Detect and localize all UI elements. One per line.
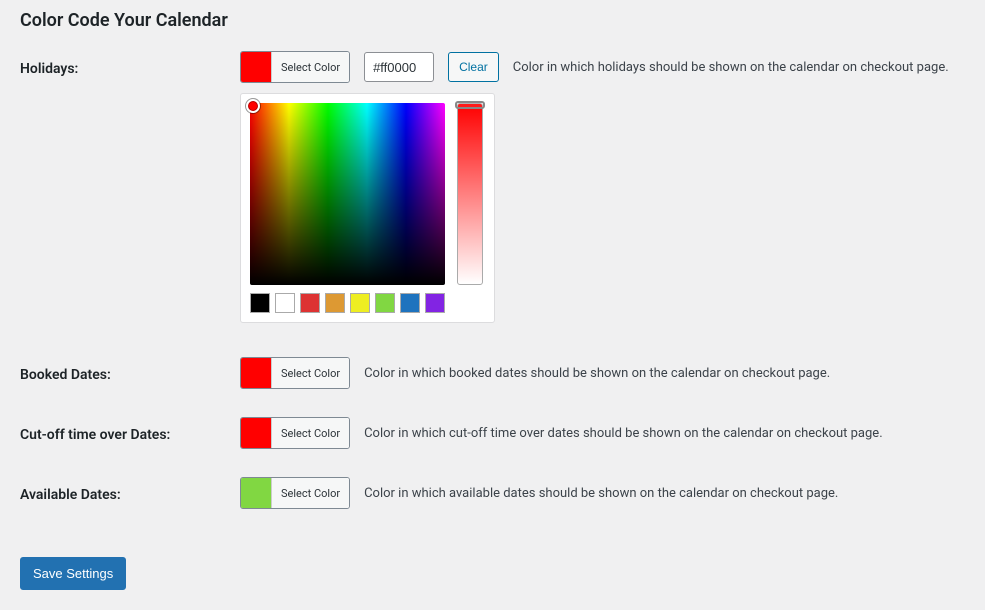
cutoff-swatch [241,418,271,448]
holidays-label: Holidays: [20,61,78,77]
row-booked: Booked Dates: Select Color Color in whic… [20,357,965,389]
holidays-clear-button[interactable]: Clear [448,52,499,82]
select-color-label: Select Color [271,358,349,388]
hue-handle[interactable] [455,101,485,109]
row-available: Available Dates: Select Color Color in w… [20,477,965,509]
row-cutoff: Cut-off time over Dates: Select Color Co… [20,417,965,449]
cutoff-color-button[interactable]: Select Color [240,417,350,449]
booked-label: Booked Dates: [20,367,111,383]
palette-swatch-3[interactable] [325,293,345,313]
select-color-label: Select Color [271,418,349,448]
holidays-color-button[interactable]: Select Color [240,51,350,83]
hue-strip[interactable] [457,103,483,285]
palette-swatch-4[interactable] [350,293,370,313]
palette-swatch-5[interactable] [375,293,395,313]
palette-swatch-7[interactable] [425,293,445,313]
available-description: Color in which available dates should be… [364,486,838,501]
booked-description: Color in which booked dates should be sh… [364,366,830,381]
available-label: Available Dates: [20,487,121,503]
palette-swatch-1[interactable] [275,293,295,313]
palette-swatch-0[interactable] [250,293,270,313]
booked-color-button[interactable]: Select Color [240,357,350,389]
row-holidays: Holidays: Select Color Clear Color in wh… [20,51,965,83]
saturation-value-canvas[interactable] [250,103,445,285]
cutoff-label: Cut-off time over Dates: [20,427,170,443]
available-color-button[interactable]: Select Color [240,477,350,509]
cutoff-description: Color in which cut-off time over dates s… [364,426,883,441]
holidays-hex-input[interactable] [364,52,434,82]
page-title: Color Code Your Calendar [20,10,965,31]
sv-handle[interactable] [246,99,260,113]
holidays-description: Color in which holidays should be shown … [513,60,949,75]
color-picker-panel [240,93,495,323]
select-color-label: Select Color [271,478,349,508]
palette-swatch-6[interactable] [400,293,420,313]
available-swatch [241,478,271,508]
save-settings-button[interactable]: Save Settings [20,557,126,590]
holidays-swatch [241,52,271,82]
select-color-label: Select Color [271,52,349,82]
booked-swatch [241,358,271,388]
palette-swatch-2[interactable] [300,293,320,313]
palette-row [250,293,485,313]
